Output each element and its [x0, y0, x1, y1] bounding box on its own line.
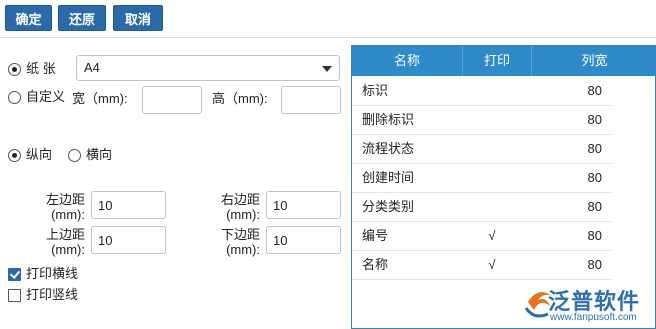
brand-url: www.fanpusoft.com — [550, 312, 637, 323]
table-row[interactable]: 名称 √ 80 — [352, 250, 612, 280]
restore-button[interactable]: 还原 — [58, 5, 106, 31]
portrait-label: 纵向 — [26, 147, 53, 162]
print-horizontal-lines-label: 打印横线 — [26, 266, 79, 281]
cancel-button[interactable]: 取消 — [113, 5, 163, 31]
row-print: √ — [488, 228, 496, 243]
row-width: 80 — [587, 257, 602, 272]
row-name: 标识 — [362, 83, 389, 98]
table-header: 名称 打印 列宽 — [352, 46, 655, 76]
portrait-radio[interactable] — [8, 149, 21, 162]
row-width: 80 — [587, 199, 602, 214]
custom-size-radio[interactable] — [8, 91, 21, 104]
left-margin-input[interactable]: 10 — [91, 191, 166, 219]
row-print: √ — [488, 257, 496, 272]
row-name: 名称 — [362, 257, 389, 272]
table-row[interactable]: 流程状态 80 — [352, 134, 612, 164]
table-row[interactable]: 编号 √ 80 — [352, 221, 612, 251]
bottom-margin-label: 下边距 (mm): — [220, 227, 260, 257]
height-input[interactable] — [281, 86, 341, 114]
landscape-label: 横向 — [86, 147, 113, 162]
right-margin-label: 右边距 (mm): — [220, 192, 260, 222]
row-width: 80 — [587, 112, 602, 127]
print-horizontal-lines-checkbox[interactable] — [8, 268, 21, 281]
table-row[interactable]: 分类类别 80 — [352, 192, 612, 222]
print-vertical-lines-checkbox[interactable] — [8, 289, 21, 302]
confirm-button[interactable]: 确定 — [5, 5, 52, 31]
row-name: 分类类别 — [362, 199, 415, 214]
top-margin-label: 上边距 (mm): — [45, 227, 85, 257]
width-label: 宽（mm): — [72, 91, 128, 106]
header-print[interactable]: 打印 — [463, 46, 531, 76]
row-width: 80 — [587, 228, 602, 243]
paper-size-label: 纸 张 — [26, 61, 56, 76]
right-margin-input[interactable]: 10 — [266, 191, 341, 219]
table-row[interactable]: 删除标识 80 — [352, 105, 612, 135]
bottom-margin-input[interactable]: 10 — [266, 226, 341, 254]
paper-size-select[interactable]: A4 — [76, 55, 340, 81]
width-input[interactable] — [142, 86, 202, 114]
height-label: 高（mm): — [212, 91, 268, 106]
row-width: 80 — [587, 83, 602, 98]
paper-size-radio[interactable] — [8, 63, 21, 76]
row-name: 创建时间 — [362, 170, 415, 185]
header-width[interactable]: 列宽 — [532, 46, 655, 76]
header-name[interactable]: 名称 — [352, 46, 462, 76]
left-margin-label: 左边距 (mm): — [45, 192, 85, 222]
row-width: 80 — [587, 141, 602, 156]
table-row[interactable]: 标识 80 — [352, 76, 612, 106]
row-name: 删除标识 — [362, 112, 415, 127]
row-width: 80 — [587, 170, 602, 185]
toolbar-divider — [0, 37, 656, 38]
chevron-down-icon — [322, 66, 332, 72]
print-vertical-lines-label: 打印竖线 — [26, 287, 79, 302]
row-name: 流程状态 — [362, 141, 415, 156]
top-margin-input[interactable]: 10 — [91, 226, 166, 254]
landscape-radio[interactable] — [68, 149, 81, 162]
paper-size-value: A4 — [84, 60, 100, 75]
table-row[interactable]: 创建时间 80 — [352, 163, 612, 193]
custom-size-label: 自定义 — [26, 89, 66, 104]
row-name: 编号 — [362, 228, 389, 243]
